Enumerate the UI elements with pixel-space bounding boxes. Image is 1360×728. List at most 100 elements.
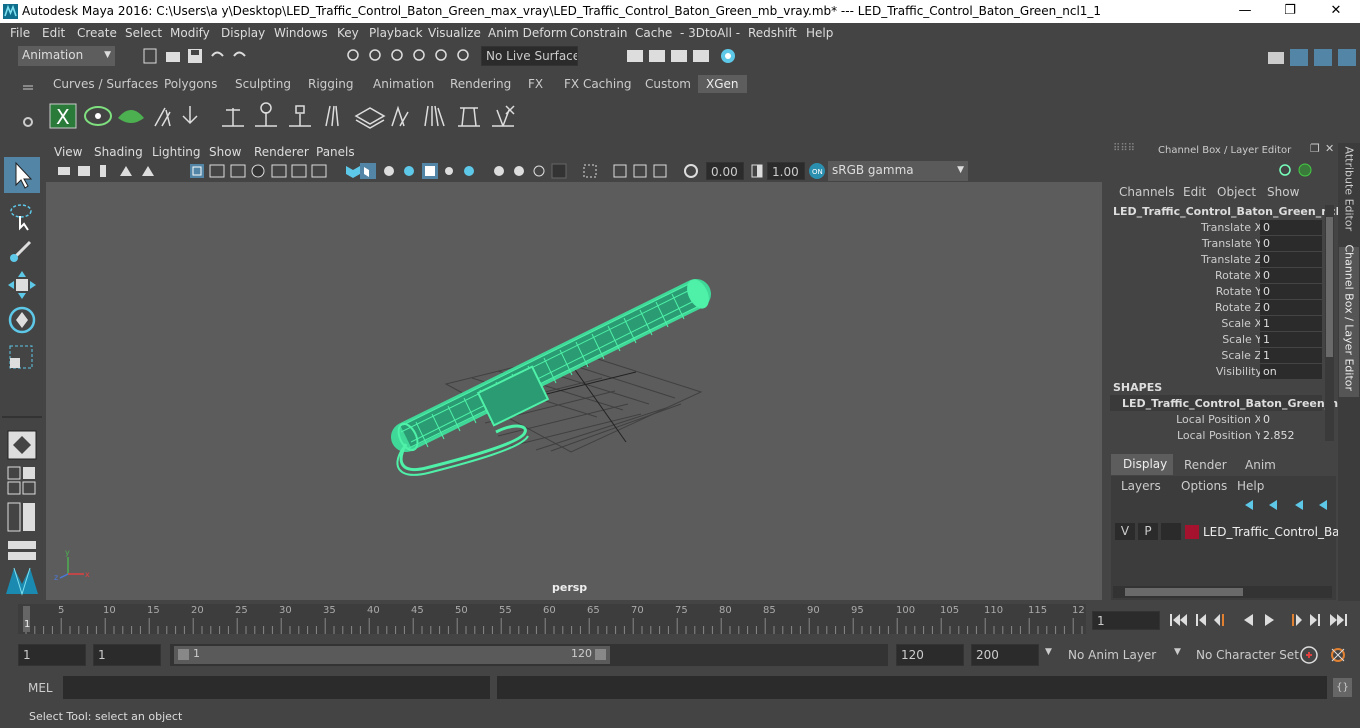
shelf-tab-fx-caching[interactable]: FX Caching xyxy=(558,76,637,92)
color-space-dropdown[interactable]: sRGB gamma ▼ xyxy=(828,161,968,181)
single-perspective-layout-icon[interactable] xyxy=(7,430,37,460)
shape-name-row[interactable]: LED_Traffic_Control_Baton_Green_n... xyxy=(1110,395,1351,411)
scale-tool-icon[interactable] xyxy=(6,342,38,374)
layer-menu-layers[interactable]: Layers xyxy=(1121,479,1161,493)
time-slider[interactable]: 1 5 10 15 20 25 30 35 40 45 50 55 60 65 … xyxy=(0,604,1360,634)
channel-row[interactable]: Scale Y1 xyxy=(1107,332,1327,348)
channel-value[interactable]: 1 xyxy=(1260,348,1322,363)
range-handle-right[interactable] xyxy=(595,649,606,660)
menu-modify[interactable]: Modify xyxy=(170,26,210,40)
float-panel-icon[interactable]: ❐ xyxy=(1310,142,1320,155)
playback-controls[interactable] xyxy=(1168,611,1354,629)
mode-dropdown[interactable]: Animation ▼ xyxy=(18,46,115,66)
minimize-button[interactable]: — xyxy=(1222,0,1268,23)
file-tools-icons[interactable] xyxy=(142,47,262,65)
range-prefs-icons[interactable] xyxy=(1298,644,1354,666)
channel-value[interactable]: 0 xyxy=(1260,220,1322,235)
shelf-options-icons[interactable] xyxy=(22,80,34,140)
start-frame-field[interactable]: 1 xyxy=(18,644,86,666)
shelf-tab-custom[interactable]: Custom xyxy=(639,76,697,92)
channel-value[interactable]: 0 xyxy=(1260,268,1322,283)
outliner-layout-icon[interactable] xyxy=(7,540,37,562)
channel-value[interactable]: 1 xyxy=(1260,316,1322,331)
mash-icon[interactable] xyxy=(4,564,40,598)
four-view-layout-icon[interactable] xyxy=(7,466,37,496)
menu-anim-deform[interactable]: Anim Deform xyxy=(488,26,567,40)
gamma-field[interactable]: 1.00 xyxy=(767,162,805,180)
channel-value[interactable]: 0 xyxy=(1260,236,1322,251)
playback-end-field[interactable]: 120 xyxy=(896,644,964,666)
shape-channel-row[interactable]: Local Position Y 2.852 xyxy=(1107,428,1327,444)
current-frame-field[interactable]: 1 xyxy=(1092,611,1160,630)
channel-value[interactable]: on xyxy=(1260,364,1322,379)
chevron-down-icon[interactable]: ▼ xyxy=(1045,647,1052,657)
perspective-viewport[interactable]: y x z persp xyxy=(46,182,1102,600)
channel-value[interactable]: 0 xyxy=(1260,252,1322,267)
time-ruler[interactable]: 1 5 10 15 20 25 30 35 40 45 50 55 60 65 … xyxy=(18,604,1086,634)
live-surface-field[interactable]: No Live Surface xyxy=(481,46,578,66)
vp-menu-shading[interactable]: Shading xyxy=(94,145,143,159)
channel-value[interactable]: 1 xyxy=(1260,332,1322,347)
render-tools-icons[interactable] xyxy=(626,47,741,65)
cb-menu-object[interactable]: Object xyxy=(1217,185,1256,199)
shelf-tab-sculpting[interactable]: Sculpting xyxy=(229,76,297,92)
cb-menu-edit[interactable]: Edit xyxy=(1183,185,1206,199)
layer-playback-toggle[interactable]: P xyxy=(1138,523,1158,540)
layer-row[interactable]: V P LED_Traffic_Control_Batc xyxy=(1113,522,1351,542)
channel-row[interactable]: Translate Y0 xyxy=(1107,236,1327,252)
mel-label[interactable]: MEL xyxy=(28,681,53,695)
snap-tools-icons[interactable] xyxy=(343,47,478,65)
vp-menu-lighting[interactable]: Lighting xyxy=(152,145,201,159)
menu-3dtoall[interactable]: - 3DtoAll - xyxy=(680,26,740,40)
layer-name[interactable]: LED_Traffic_Control_Batc xyxy=(1203,525,1351,539)
script-editor-icon[interactable]: {} xyxy=(1333,678,1352,697)
channel-value[interactable]: 0 xyxy=(1260,284,1322,299)
channel-value[interactable]: 0 xyxy=(1260,300,1322,315)
playback-start-field[interactable]: 1 xyxy=(93,644,161,666)
layer-tab-anim[interactable]: Anim xyxy=(1245,458,1276,472)
channel-value[interactable]: 0 xyxy=(1260,412,1322,427)
shelf-tab-curves[interactable]: Curves / Surfaces xyxy=(47,76,164,92)
led-baton-mesh[interactable] xyxy=(391,277,713,476)
menu-visualize[interactable]: Visualize xyxy=(428,26,481,40)
layer-menu-help[interactable]: Help xyxy=(1237,479,1264,493)
channel-row[interactable]: Scale Z1 xyxy=(1107,348,1327,364)
vp-menu-panels[interactable]: Panels xyxy=(316,145,355,159)
scene-view[interactable]: y x z xyxy=(46,182,1102,600)
color-management-icon[interactable]: ON xyxy=(808,162,826,180)
shelf-tab-rigging[interactable]: Rigging xyxy=(302,76,359,92)
channel-value[interactable]: 2.852 xyxy=(1260,428,1322,443)
exposure-field[interactable]: 0.00 xyxy=(706,162,744,180)
cb-menu-channels[interactable]: Channels xyxy=(1119,185,1175,199)
layer-tab-render[interactable]: Render xyxy=(1184,458,1227,472)
side-by-side-layout-icon[interactable] xyxy=(7,502,37,532)
menu-cache[interactable]: Cache xyxy=(635,26,672,40)
vp-menu-renderer[interactable]: Renderer xyxy=(254,145,309,159)
range-bar-track[interactable]: 1 120 xyxy=(170,644,888,666)
channel-row[interactable]: Rotate Z0 xyxy=(1107,300,1327,316)
vp-menu-show[interactable]: Show xyxy=(209,145,241,159)
rotate-tool-icon[interactable] xyxy=(6,304,38,336)
layer-action-icons[interactable] xyxy=(1241,498,1336,512)
channel-row[interactable]: Visibility on xyxy=(1107,364,1327,380)
channel-box-tab[interactable]: Channel Box / Layer Editor xyxy=(1339,245,1359,397)
xgen-shelf-icons[interactable]: X xyxy=(40,96,540,136)
shelf-tab-animation[interactable]: Animation xyxy=(367,76,440,92)
menu-select[interactable]: Select xyxy=(125,26,162,40)
anim-layer-dropdown[interactable]: No Anim Layer xyxy=(1062,644,1162,666)
menu-create[interactable]: Create xyxy=(77,26,117,40)
menu-file[interactable]: File xyxy=(10,26,30,40)
shelf-tab-polygons[interactable]: Polygons xyxy=(158,76,223,92)
channel-scrollbar[interactable] xyxy=(1325,205,1334,441)
menu-playback[interactable]: Playback xyxy=(369,26,423,40)
layer-hscrollbar[interactable] xyxy=(1113,586,1332,598)
channel-row[interactable]: Translate X0 xyxy=(1107,220,1327,236)
end-frame-field[interactable]: 200 xyxy=(971,644,1039,666)
channel-row[interactable]: Rotate Y0 xyxy=(1107,284,1327,300)
layer-visibility-toggle[interactable]: V xyxy=(1115,523,1135,540)
character-set-dropdown[interactable]: No Character Set xyxy=(1190,644,1299,666)
maximize-button[interactable]: ❐ xyxy=(1267,0,1313,23)
menu-redshift[interactable]: Redshift xyxy=(748,26,797,40)
shape-channel-row[interactable]: Local Position X0 xyxy=(1107,412,1327,428)
cb-menu-show[interactable]: Show xyxy=(1267,185,1299,199)
